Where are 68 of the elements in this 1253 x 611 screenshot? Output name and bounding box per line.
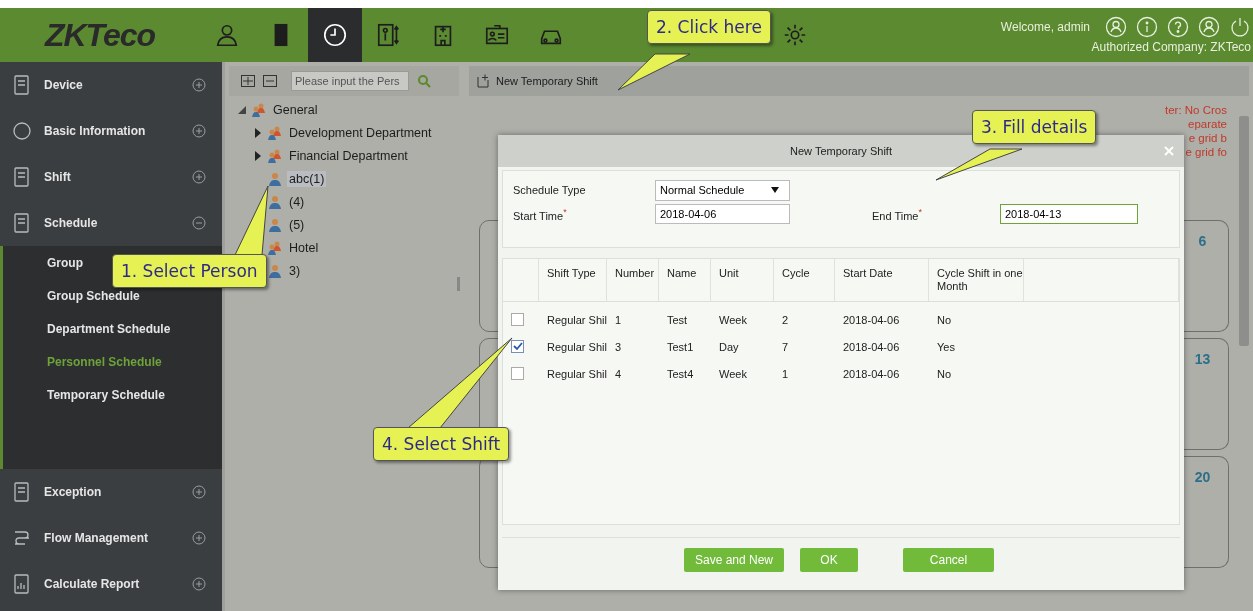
table-cell-text: 2: [781, 312, 790, 328]
column-header: Cycle Shift in one Month: [929, 259, 1024, 301]
table-cell-text: 1: [781, 366, 790, 382]
table-cell-text: No: [936, 312, 953, 328]
tree-node[interactable]: 3): [287, 262, 303, 279]
day-number: 13: [1194, 351, 1211, 369]
column-header: Shift Type: [539, 259, 607, 301]
logo: ZKTeco: [43, 15, 157, 55]
end-time-field[interactable]: 2018-04-13: [1000, 204, 1138, 224]
table-cell-text: 4: [614, 366, 623, 382]
column-header: Start Date: [835, 259, 929, 301]
table-cell-text: Test: [666, 312, 689, 328]
table-cell-text: Week: [718, 312, 748, 328]
submenu-item[interactable]: Department Schedule: [3, 312, 222, 345]
column-header: Unit: [711, 259, 774, 301]
column-header: Number: [607, 259, 659, 301]
column-header: Name: [659, 259, 711, 301]
table-cell-text: 7: [781, 339, 790, 355]
menu-item[interactable]: Device: [0, 62, 222, 108]
table-cell-text: Regular Shil: [546, 312, 607, 328]
day-number: 20: [1194, 469, 1211, 487]
table-cell-text: Test4: [666, 366, 695, 382]
field-label: End Time$^{*}$: [872, 206, 923, 222]
field-label: Start Time$^{*}$: [513, 206, 568, 222]
table-cell-text: Regular Shil: [546, 366, 607, 382]
dialog-title: New Temporary Shift: [790, 145, 892, 157]
callout-tooltip: 2. Click here: [647, 10, 771, 44]
note-text: eparate: [1188, 118, 1227, 130]
callout-tooltip: 4. Select Shift: [373, 427, 510, 461]
day-number: 6: [1198, 233, 1207, 251]
note-text: ter: No Cros: [1165, 104, 1227, 116]
callout-tooltip: 3. Fill details: [972, 110, 1097, 144]
start-time-field[interactable]: 2018-04-06: [655, 204, 790, 224]
table-cell-text: Yes: [936, 339, 956, 355]
table-cell-text: 2018-04-06: [842, 339, 901, 355]
menu-item[interactable]: Basic Information: [0, 108, 222, 154]
menu-item[interactable]: Shift: [0, 154, 222, 200]
tree-node[interactable]: abc(1): [287, 170, 327, 187]
schedule-type-dropdown[interactable]: Normal Schedule: [655, 179, 790, 201]
table-cell-text: 2018-04-06: [842, 366, 901, 382]
submenu-item[interactable]: Personnel Schedule: [3, 345, 222, 378]
field-label: Schedule Type: [513, 184, 587, 196]
search-field[interactable]: Please input the Pers: [291, 71, 409, 91]
table-cell-text: Week: [718, 366, 748, 382]
table-cell-text: Day: [718, 339, 740, 355]
menu-item[interactable]: Calculate Report: [0, 561, 222, 607]
table-cell-text: Regular Shil: [546, 339, 607, 355]
tree-node[interactable]: Hotel: [287, 239, 321, 256]
tree-node[interactable]: (4): [287, 193, 307, 210]
note-text: e grid b: [1188, 132, 1227, 144]
new-temporary-shift-button[interactable]: New Temporary Shift: [477, 74, 598, 88]
company-text: Authorized Company: ZKTeco: [1091, 40, 1251, 54]
tree-node[interactable]: Financial Department: [287, 147, 410, 164]
menu-item[interactable]: Exception: [0, 469, 222, 515]
menu-item[interactable]: Schedule: [0, 200, 222, 246]
table-cell-text: 2018-04-06: [842, 312, 901, 328]
tree-node[interactable]: (5): [287, 216, 307, 233]
note-text: e grid fo: [1185, 146, 1227, 158]
welcome-text: Welcome, admin: [1000, 20, 1090, 34]
table-cell-text: 3: [614, 339, 623, 355]
table-cell-text: Test1: [666, 339, 695, 355]
submenu-item[interactable]: Temporary Schedule: [3, 378, 222, 411]
column-header: Cycle: [774, 259, 835, 301]
menu-item[interactable]: Flow Management: [0, 515, 222, 561]
tree-node[interactable]: General: [271, 101, 320, 118]
table-cell-text: No: [936, 366, 953, 382]
table-cell-text: 1: [614, 312, 623, 328]
tree-node[interactable]: Development Department: [287, 124, 434, 141]
